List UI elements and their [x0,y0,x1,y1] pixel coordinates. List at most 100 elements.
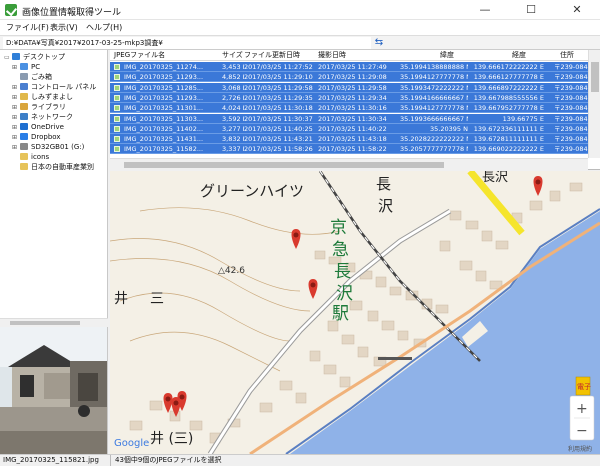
column-filename[interactable]: JPEGファイル名 [114,50,165,61]
table-row[interactable]: IMG_20170325_11301...4,024 KB2017/03/25 … [110,103,594,114]
table-cell: IMG_20170325_11431... [124,135,204,144]
tree-item[interactable]: ⊞ ライブラリ [12,102,66,112]
minimize-button[interactable]: — [462,0,508,20]
table-row[interactable]: IMG_20170325_11582...3,337 KB2017/03/25 … [110,144,594,155]
table-cell: 35.2057777777778 N [400,145,468,154]
column-latitude[interactable]: 緯度 [440,50,454,61]
label-bottom: 井 (三) [150,431,193,447]
label-keikyu-2: 急 [332,240,349,260]
file-list[interactable]: JPEGファイル名 サイズ ファイル更新日時 撮影日時 緯度 経度 住所 IMG… [110,50,600,170]
tree-item[interactable]: 日本の自動車産業別 [12,162,94,172]
table-row[interactable]: IMG_20170325_11293...4,852 KB2017/03/25 … [110,72,594,83]
menu-bar: ファイル(F) 表示(V) ヘルプ(H) [0,20,600,35]
label-elevation: △42.6 [218,266,245,276]
tree-item[interactable]: ⊞ ネットワーク [12,112,73,122]
table-cell: 4,852 KB [222,73,244,82]
column-modified[interactable]: ファイル更新日時 [244,50,300,61]
tree-item[interactable]: ごみ箱 [12,72,52,82]
svg-text:電子: 電子 [577,383,591,391]
table-cell: 35.1994127777778 N [400,104,468,113]
table-cell: 2017/03/25 11:29:58 [318,83,387,92]
zoom-out-button[interactable]: − [576,423,588,439]
table-cell: 2017/03/25 11:30:16 [318,104,387,113]
table-cell: 2017/03/25 11:58:22 [318,145,387,154]
status-filename: IMG_20170325_115821.jpg [3,456,99,464]
table-cell: 139.667952777778 E [473,104,544,113]
tree-item[interactable]: ⊞ Dropbox [12,132,61,142]
tree-item[interactable]: ▭ デスクトップ [4,52,65,62]
table-cell: 3,592 KB [222,114,244,123]
menu-file[interactable]: ファイル(F) [6,22,49,33]
table-cell: 139.672811111111 E [473,135,544,144]
image-file-icon [114,84,120,91]
tree-item[interactable]: ⊞ コントロール パネル [12,82,96,92]
table-cell: 2017/03/25 11:29:35 [244,93,313,102]
table-cell: IMG_20170325_11301... [124,104,204,113]
tree-item[interactable]: ⊞ SD32GB01 (G:) [12,142,84,152]
map-canvas[interactable]: グリーンハイツ 京 急 長 沢 駅 長 沢 長沢 △42.6 井 三 井 (三)… [110,171,600,454]
image-file-icon [114,74,120,81]
table-row[interactable]: IMG_20170325_11303...3,592 KB2017/03/25 … [110,113,594,124]
label-eki: 駅 [332,304,349,324]
label-nagasawa: 長沢 [482,171,508,185]
menu-view[interactable]: 表示(V) [50,22,78,33]
table-cell: IMG_20170325_11285... [124,83,204,92]
folder-tree[interactable]: ▭ デスクトップ ⊞ PC ごみ箱 ⊞ コントロール パネル ⊞ しみずまよし ⊞ ライブラリ ⊞ ネッ… [0,50,108,326]
table-cell: 2017/03/25 11:29:10 [244,73,313,82]
column-longitude[interactable]: 経度 [512,50,526,61]
scrollbar-thumb[interactable] [10,321,80,325]
tree-item-label: コントロール パネル [31,83,97,91]
tree-item[interactable]: icons [12,152,49,162]
tree-item-label: OneDrive [31,123,64,131]
maximize-button[interactable]: ☐ [508,0,554,20]
column-taken[interactable]: 撮影日時 [318,50,346,61]
file-list-vertical-scrollbar[interactable] [588,50,600,158]
close-button[interactable]: ✕ [554,0,600,20]
folder-icon [20,93,28,100]
label-san: 三 [150,291,164,307]
menu-help[interactable]: ヘルプ(H) [86,22,122,33]
tree-item-label: しみずまよし [31,93,73,101]
path-input[interactable]: D:¥DATA¥写真¥2017¥2017-03-25-mkp3調査¥ [3,37,371,49]
expand-icon[interactable]: ▭ [4,53,10,63]
image-file-icon [114,64,120,70]
table-row[interactable]: IMG_20170325_11402...3,277 KB2017/03/25 … [110,123,594,134]
table-row[interactable]: IMG_20170325_11274...3,453 KB2017/03/25 … [110,62,594,72]
zoom-in-button[interactable]: + [576,401,588,417]
zoom-controls[interactable]: + − [569,395,595,441]
tree-item[interactable]: ⊞ PC [12,62,40,72]
tree-horizontal-scrollbar[interactable] [0,318,108,326]
refresh-icon[interactable]: ⇆ [372,37,386,49]
column-address[interactable]: 住所 [560,50,574,61]
tree-item-label: icons [31,153,50,161]
label-sawa: 沢 [336,284,353,304]
table-cell: 3,453 KB [222,63,244,71]
image-file-icon [114,105,120,112]
scrollbar-thumb[interactable] [124,162,444,168]
tree-item-label: SD32GB01 (G:) [31,143,85,151]
tree-item-label: デスクトップ [23,53,65,61]
google-logo: Google [114,438,149,449]
tree-item-label: ネットワーク [31,113,73,121]
table-row[interactable]: IMG_20170325_11293...2,726 KB2017/03/25 … [110,92,594,103]
folder-icon [20,113,28,120]
tree-item-label: Dropbox [31,133,61,141]
table-row[interactable]: IMG_20170325_11285...3,068 KB2017/03/25 … [110,82,594,93]
column-size[interactable]: サイズ [222,50,243,61]
folder-icon [20,83,28,90]
terms-link[interactable]: 利用規約 [568,445,592,453]
folder-icon [20,133,28,140]
label-sawa-top: 沢 [378,197,393,215]
tree-item[interactable]: ⊞ OneDrive [12,122,64,132]
folder-icon [20,63,28,70]
folder-icon [20,103,28,110]
label-naga-top: 長 [376,175,391,193]
table-cell: 2017/03/25 11:40:22 [318,124,387,133]
table-cell: 2017/03/25 11:40:25 [244,124,313,133]
tree-item[interactable]: ⊞ しみずまよし [12,92,73,102]
table-cell: 35.1994138888888 N [400,63,468,71]
file-list-horizontal-scrollbar[interactable] [110,158,588,170]
table-row[interactable]: IMG_20170325_11431...3,832 KB2017/03/25 … [110,134,594,145]
map-view[interactable]: グリーンハイツ 京 急 長 沢 駅 長 沢 長沢 △42.6 井 三 井 (三)… [110,171,600,454]
scrollbar-thumb[interactable] [591,62,599,92]
